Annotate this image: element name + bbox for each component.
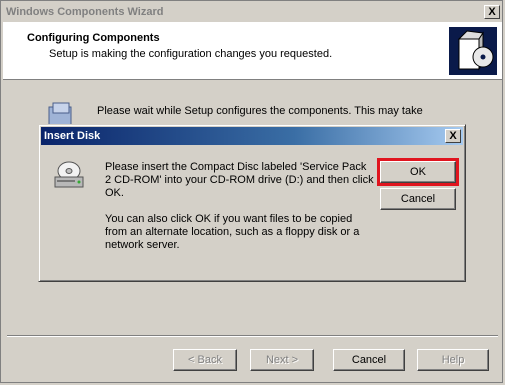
wizard-title: Windows Components Wizard <box>6 6 164 18</box>
help-button[interactable]: Help <box>417 349 489 371</box>
setup-box-icon <box>449 27 497 75</box>
ok-button[interactable]: OK <box>380 161 456 183</box>
cd-drive-icon <box>53 159 87 191</box>
wizard-close-button[interactable]: X <box>484 5 500 19</box>
dialog-message-primary: Please insert the Compact Disc labeled '… <box>105 161 374 199</box>
wizard-header: Configuring Components Setup is making t… <box>3 22 502 80</box>
header-title: Configuring Components <box>27 32 160 44</box>
dialog-title: Insert Disk <box>44 130 101 142</box>
back-button[interactable]: < Back <box>173 349 237 371</box>
progress-message: Please wait while Setup configures the c… <box>97 105 423 117</box>
insert-disk-dialog: Insert Disk X Please insert the Compact … <box>38 124 466 282</box>
dialog-message-secondary: You can also click OK if you want files … <box>105 213 360 251</box>
cancel-button[interactable]: Cancel <box>333 349 405 371</box>
footer-divider <box>7 335 498 337</box>
header-subtitle: Setup is making the configuration change… <box>49 48 333 60</box>
wizard-titlebar: Windows Components Wizard X <box>3 3 502 21</box>
dialog-close-button[interactable]: X <box>445 129 461 143</box>
next-button[interactable]: Next > <box>250 349 314 371</box>
dialog-cancel-button[interactable]: Cancel <box>380 188 456 210</box>
dialog-titlebar: Insert Disk X <box>41 127 463 145</box>
dialog-message: Please insert the Compact Disc labeled '… <box>105 161 375 265</box>
